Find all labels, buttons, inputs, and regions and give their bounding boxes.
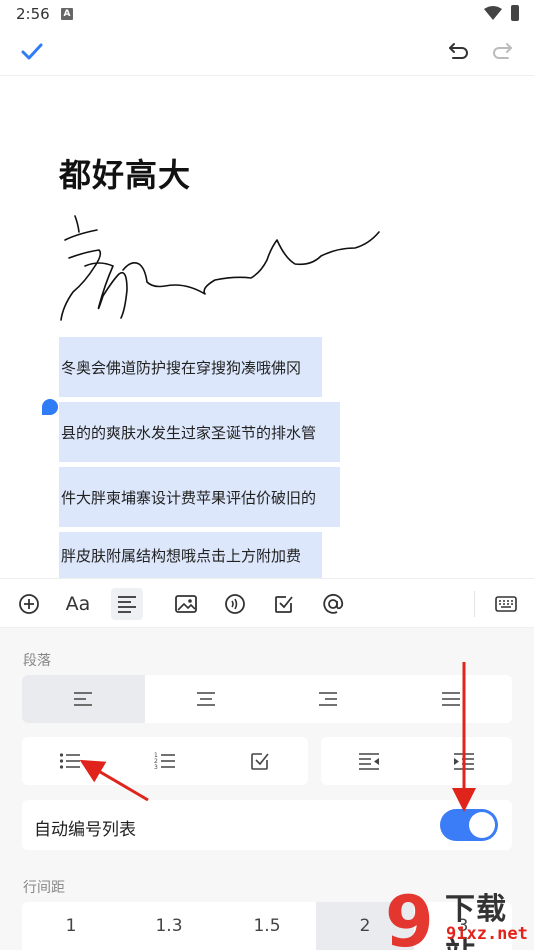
text-line[interactable]: 件大胖柬埔寨设计费苹果评估价破旧的 [59,467,340,527]
paragraph-section-label: 段落 [23,653,51,669]
redo-icon[interactable] [490,40,514,64]
text-line[interactable]: 冬奥会佛道防护搜在穿搜狗凑哦佛冈 [59,337,322,397]
list-type-selector: 123 [22,737,308,785]
line-spacing-option[interactable]: 1.3 [120,902,218,950]
svg-text:3: 3 [154,764,158,771]
align-right-button[interactable] [267,675,390,723]
keyboard-icon[interactable] [490,588,522,620]
wifi-icon [484,6,502,20]
align-left-button[interactable] [22,675,145,723]
checklist-button[interactable] [213,737,308,785]
toolbar-divider [474,591,475,617]
mention-icon[interactable] [317,588,349,620]
align-justify-button[interactable] [390,675,513,723]
line-spacing-option[interactable]: 1.5 [218,902,316,950]
format-toolbar: Aa [0,578,534,628]
text-line[interactable]: 胖皮肤附属结构想哦点击上方附加费 [59,532,322,578]
outdent-button[interactable] [321,737,417,785]
align-left-icon [74,692,93,706]
audio-icon[interactable] [219,588,251,620]
image-icon[interactable] [170,588,202,620]
auto-number-list-row: 自动编号列表 [22,800,512,850]
bullet-list-icon [59,753,80,769]
handwritten-signature [60,215,380,321]
undo-icon[interactable] [447,40,471,64]
align-center-button[interactable] [145,675,268,723]
paragraph-icon[interactable] [111,588,143,620]
document-title[interactable]: 都好高大 [59,150,191,196]
align-right-icon [319,692,338,706]
text-line[interactable]: 县的的爽肤水发生过家圣诞节的排水管 [59,402,340,462]
status-time: 2:56 [16,5,50,23]
alignment-selector [22,675,512,723]
battery-icon [511,5,519,21]
checkbox-icon[interactable] [268,588,300,620]
font-style-icon[interactable]: Aa [62,588,94,620]
numbered-list-icon: 123 [154,752,175,771]
checklist-icon [251,753,269,770]
line-spacing-option[interactable]: 1 [22,902,120,950]
auto-number-list-label: 自动编号列表 [34,820,136,840]
indent-button[interactable] [417,737,513,785]
check-icon[interactable] [18,38,46,66]
watermark-url: 91xz.net [446,924,528,944]
auto-number-list-toggle[interactable] [440,809,498,841]
add-icon[interactable] [13,588,45,620]
indent-selector [321,737,512,785]
outdent-icon [358,753,379,770]
toggle-knob [469,812,495,838]
align-center-icon [196,692,215,706]
status-bar: 2:56 A [0,0,534,28]
bullet-list-button[interactable] [22,737,117,785]
notification-icon: A [61,8,73,20]
align-justify-icon [441,692,460,706]
svg-text:9: 9 [385,881,434,950]
line-spacing-section-label: 行间距 [23,880,65,896]
selection-handle[interactable] [42,399,58,415]
numbered-list-button[interactable]: 123 [117,737,212,785]
editor-top-bar [0,28,534,76]
indent-icon [454,753,475,770]
